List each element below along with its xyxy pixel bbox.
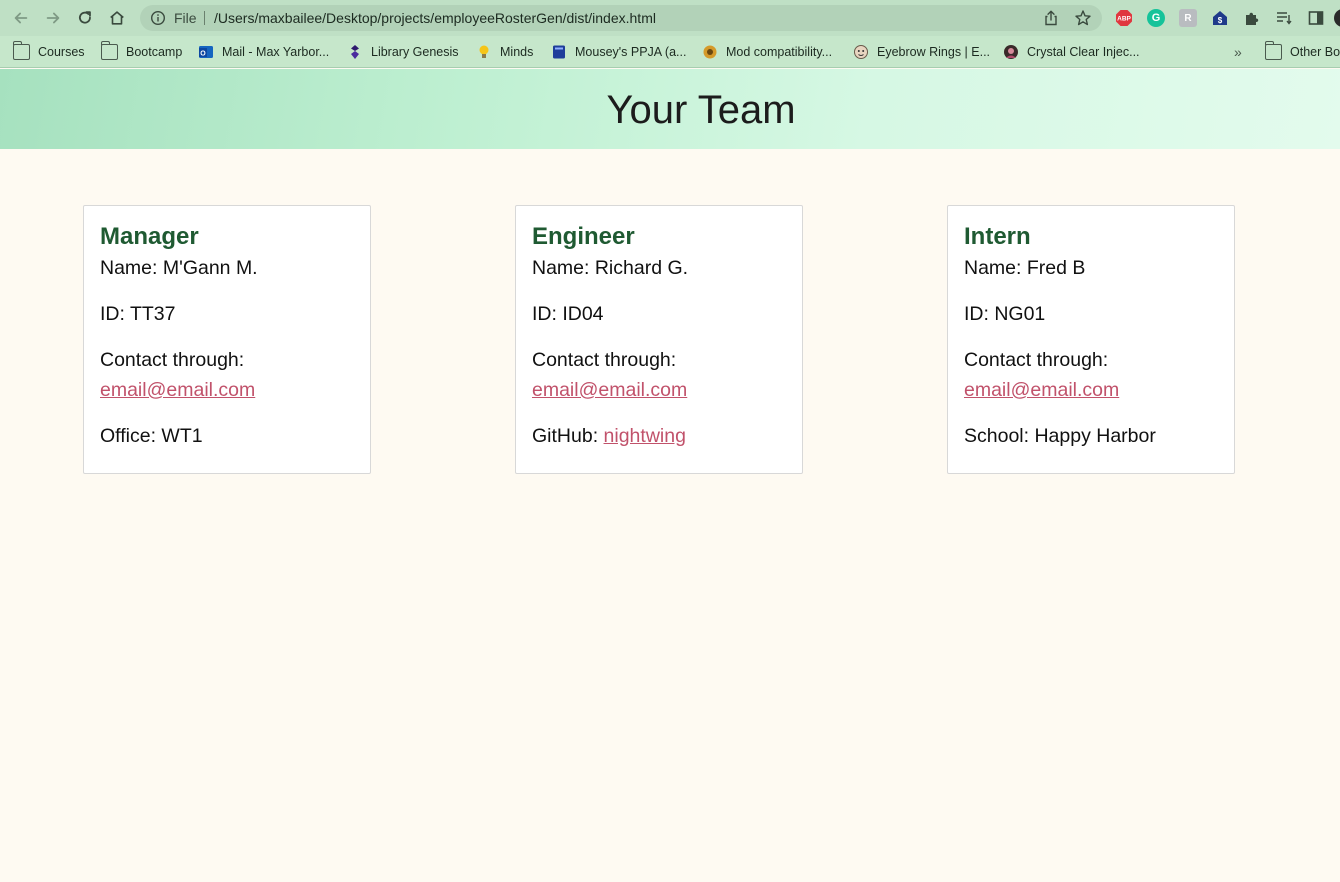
- card-school: School: Happy Harbor: [964, 421, 1218, 451]
- reload-icon[interactable]: [74, 7, 96, 29]
- folder-icon: [12, 41, 30, 60]
- info-icon[interactable]: [150, 10, 166, 26]
- bookmark-other-bookmarks[interactable]: Other Bo: [1264, 41, 1340, 62]
- bookmark-label: Bootcamp: [126, 45, 183, 59]
- bookmark-mod-compat[interactable]: Mod compatibility...: [702, 42, 832, 62]
- card-id: ID: ID04: [532, 303, 604, 325]
- employee-card-intern: Intern Name: Fred B ID: NG01 Contact thr…: [947, 205, 1235, 474]
- bookmark-label: Courses: [38, 45, 85, 59]
- email-link[interactable]: email@email.com: [964, 379, 1119, 401]
- url-text[interactable]: /Users/maxbailee/Desktop/projects/employ…: [214, 10, 656, 26]
- card-role: Manager: [100, 223, 199, 250]
- bookmark-label: Mousey's PPJA (a...: [575, 45, 687, 59]
- card-contact-label: Contact through:: [964, 349, 1109, 371]
- page-header: Your Team: [0, 69, 1340, 149]
- back-arrow-icon[interactable]: [10, 7, 32, 29]
- bookmarks-bar: Courses Bootcamp O Mail - Max Yarbor... …: [0, 36, 1340, 68]
- bookmark-eyebrow-rings[interactable]: Eyebrow Rings | E...: [853, 42, 990, 62]
- scheme-label: File: [174, 10, 197, 26]
- bookmark-label: Minds: [500, 45, 534, 59]
- svg-text:$: $: [1218, 16, 1223, 25]
- folder-icon: [100, 41, 118, 60]
- bookmark-label: Mod compatibility...: [726, 45, 833, 59]
- bookmark-label: Mail - Max Yarbor...: [222, 45, 330, 59]
- svg-text:ABP: ABP: [1117, 16, 1131, 23]
- forward-arrow-icon[interactable]: [42, 7, 64, 29]
- github-link[interactable]: nightwing: [604, 425, 686, 447]
- face-icon: [854, 45, 868, 59]
- card-github: GitHub: nightwing: [532, 421, 786, 451]
- extension-r-icon[interactable]: R: [1179, 9, 1197, 27]
- folder-icon: [1264, 41, 1282, 60]
- share-icon[interactable]: [1042, 9, 1060, 27]
- extensions-puzzle-icon[interactable]: [1243, 9, 1261, 27]
- bookmark-minds[interactable]: Minds: [476, 42, 533, 62]
- email-link[interactable]: email@email.com: [532, 379, 687, 401]
- bookmark-library-genesis[interactable]: Library Genesis: [347, 42, 459, 62]
- bookmark-mouseys[interactable]: Mousey's PPJA (a...: [551, 42, 686, 62]
- home-icon[interactable]: [106, 7, 128, 29]
- bookmark-crystal-clear[interactable]: Crystal Clear Injec...: [1003, 42, 1140, 62]
- office-text: Office: WT1: [100, 425, 203, 447]
- email-link[interactable]: email@email.com: [100, 379, 255, 401]
- grammarly-icon[interactable]: G: [1147, 9, 1165, 27]
- card-office: Office: WT1: [100, 421, 354, 451]
- card-name: Name: Richard G.: [532, 257, 689, 279]
- profile-avatar-icon[interactable]: [1334, 9, 1340, 27]
- bookmark-star-icon[interactable]: [1074, 9, 1092, 27]
- bookmark-label: Library Genesis: [371, 45, 459, 59]
- bookmark-courses[interactable]: Courses: [12, 41, 85, 62]
- home-extension-icon[interactable]: $: [1211, 9, 1229, 27]
- address-bar[interactable]: File /Users/maxbailee/Desktop/projects/e…: [140, 5, 1102, 31]
- library-icon: [351, 45, 359, 59]
- adblock-icon[interactable]: ABP: [1115, 9, 1133, 27]
- page-title: Your Team: [606, 87, 796, 132]
- employee-card-engineer: Engineer Name: Richard G. ID: ID04 Conta…: [515, 205, 803, 474]
- bookmark-label: Crystal Clear Injec...: [1027, 45, 1140, 59]
- lightbulb-icon: [479, 45, 489, 58]
- github-label: GitHub:: [532, 425, 604, 447]
- bookmark-bootcamp[interactable]: Bootcamp: [100, 41, 183, 62]
- employee-card-manager: Manager Name: M'Gann M. ID: TT37 Contact…: [83, 205, 371, 474]
- mod-icon: [703, 45, 717, 59]
- reading-list-icon[interactable]: [1275, 9, 1293, 27]
- book-icon: [553, 45, 565, 59]
- avatar-icon: [1004, 45, 1018, 59]
- card-role: Engineer: [532, 223, 635, 250]
- svg-text:O: O: [200, 51, 206, 58]
- bookmark-label: Other Bo: [1290, 45, 1340, 59]
- side-panel-icon[interactable]: [1307, 9, 1325, 27]
- bookmark-label: Eyebrow Rings | E...: [877, 45, 991, 59]
- omnibox-divider: [204, 11, 205, 25]
- browser-toolbar: File /Users/maxbailee/Desktop/projects/e…: [0, 0, 1340, 36]
- card-id: ID: NG01: [964, 303, 1046, 325]
- card-contact-label: Contact through:: [100, 349, 245, 371]
- card-role: Intern: [964, 223, 1031, 250]
- card-contact-label: Contact through:: [532, 349, 677, 371]
- school-text: School: Happy Harbor: [964, 425, 1156, 447]
- card-id: ID: TT37: [100, 303, 176, 325]
- bookmarks-overflow-button[interactable]: »: [1234, 42, 1242, 62]
- bookmark-mail[interactable]: O Mail - Max Yarbor...: [198, 42, 329, 62]
- card-name: Name: M'Gann M.: [100, 257, 258, 279]
- outlook-icon: O: [199, 46, 213, 58]
- card-name: Name: Fred B: [964, 257, 1086, 279]
